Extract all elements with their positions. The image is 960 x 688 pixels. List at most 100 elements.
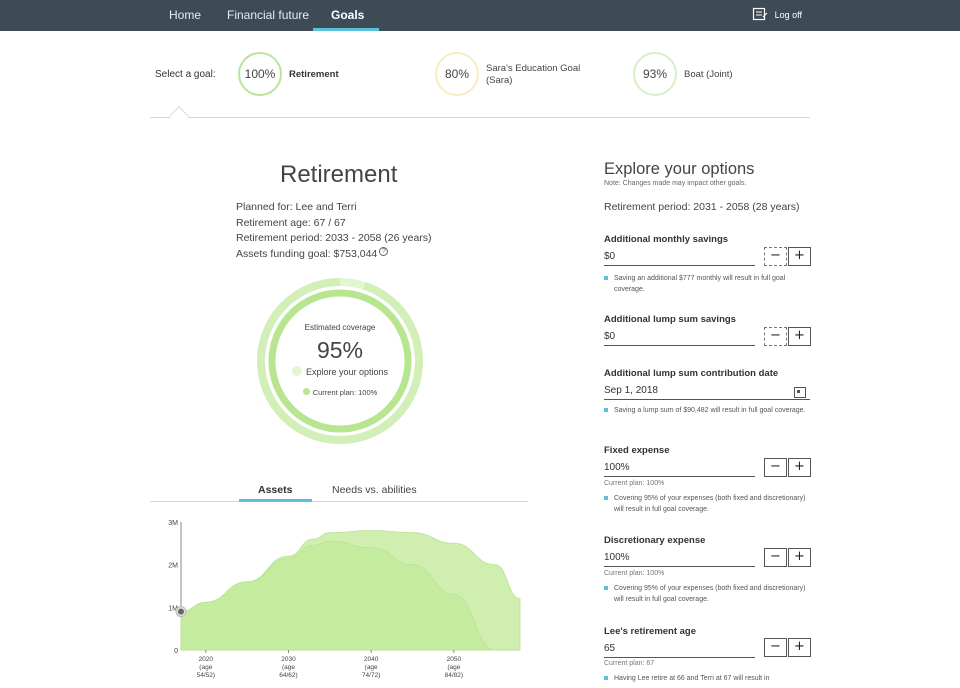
active-tab-indicator bbox=[313, 28, 379, 31]
coverage-value: 95% bbox=[316, 337, 364, 363]
current-point bbox=[178, 608, 184, 615]
retirement-period: Retirement period: 2033 - 2058 (26 years… bbox=[236, 232, 432, 244]
explore-legend-label: Explore your options bbox=[305, 367, 389, 377]
legend-dot bbox=[291, 366, 302, 376]
x-tick-label: (age bbox=[199, 664, 212, 671]
tab-needs-vs-abilities[interactable]: Needs vs. abilities bbox=[332, 484, 417, 496]
assets-funding-goal: Assets funding goal: $753,044? bbox=[236, 246, 432, 263]
fixed-expense-label: Fixed expense bbox=[604, 445, 670, 456]
x-tick-label: (age bbox=[365, 664, 378, 671]
goal-name: Sara's Education Goal (Sara) bbox=[486, 63, 580, 87]
legend-dot bbox=[302, 388, 310, 395]
assets-chart: 0 1M 2M 3M 2020 (age 54/52) 2030 (age 64/62) 2040(… bbox=[150, 510, 525, 688]
options-period: Retirement period: 2031 - 2058 (28 years… bbox=[604, 201, 800, 213]
fixed-expense-hint: Covering 95% of your expenses (both fixe… bbox=[604, 493, 814, 515]
y-tick-label: 2M bbox=[168, 563, 178, 570]
logoff-icon bbox=[752, 7, 768, 21]
y-tick-label: 3M bbox=[168, 520, 178, 527]
discretionary-expense-current: Current plan: 100% bbox=[604, 570, 665, 577]
logoff-label: Log off bbox=[774, 10, 802, 20]
nav-tab-financial-future[interactable]: Financial future bbox=[227, 0, 309, 31]
discretionary-expense-stepper: − + bbox=[764, 548, 811, 567]
discretionary-expense-label: Discretionary expense bbox=[604, 535, 706, 546]
assets-chart-svg: 01M2M3M2020(age54/52)2030(age64/62)2040(… bbox=[168, 520, 521, 679]
x-tick-label: (age bbox=[282, 664, 295, 671]
nav-tab-goals[interactable]: Goals bbox=[331, 0, 364, 31]
decrement-button[interactable]: − bbox=[764, 247, 787, 266]
goal-progress-ring: 93% bbox=[633, 52, 677, 96]
monthly-savings-input[interactable]: $0 bbox=[604, 249, 755, 266]
current-legend: Current plan: 100% bbox=[256, 388, 424, 397]
coverage-label: Estimated coverage bbox=[304, 323, 376, 332]
logoff-button[interactable]: Log off bbox=[752, 0, 802, 31]
options-note: Note: Changes made may impact other goal… bbox=[604, 180, 747, 187]
x-tick-label: 2020 bbox=[199, 656, 214, 663]
goal-details: Planned for: Lee and Terri Retirement ag… bbox=[236, 200, 432, 262]
increment-button[interactable]: + bbox=[788, 247, 811, 266]
fixed-expense-current: Current plan: 100% bbox=[604, 480, 665, 487]
lump-sum-stepper: − + bbox=[764, 327, 811, 346]
goal-percent: 80% bbox=[444, 67, 470, 81]
page-title: Retirement bbox=[280, 161, 398, 188]
x-tick-label: 2050 bbox=[447, 656, 462, 663]
increment-button[interactable]: + bbox=[788, 638, 811, 657]
select-goal-label: Select a goal: bbox=[155, 69, 216, 80]
top-navigation: Home Financial future Goals Log off bbox=[0, 0, 960, 31]
monthly-savings-stepper: − + bbox=[764, 247, 811, 266]
increment-button[interactable]: + bbox=[788, 327, 811, 346]
options-title: Explore your options bbox=[604, 160, 755, 178]
lump-date-label: Additional lump sum contribution date bbox=[604, 368, 779, 379]
monthly-savings-hint: Saving an additional $777 monthly will r… bbox=[604, 273, 814, 295]
current-legend-label: Current plan: 100% bbox=[312, 388, 378, 397]
lee-retirement-age-input[interactable]: 65 bbox=[604, 641, 755, 658]
tab-assets[interactable]: Assets bbox=[258, 484, 292, 496]
active-chart-tab-indicator bbox=[239, 499, 312, 502]
lump-date-hint: Saving a lump sum of $90,482 will result… bbox=[604, 405, 814, 416]
coverage-gauge: Estimated coverage 95% Explore your opti… bbox=[256, 277, 424, 445]
assets-funding-goal-text: Assets funding goal: $753,044 bbox=[236, 247, 378, 260]
x-tick-label: 74/72) bbox=[362, 672, 380, 679]
goal-percent: 100% bbox=[244, 67, 276, 81]
decrement-button[interactable]: − bbox=[764, 458, 787, 477]
increment-button[interactable]: + bbox=[788, 458, 811, 477]
decrement-button[interactable]: − bbox=[764, 327, 787, 346]
x-tick-label: 64/62) bbox=[279, 672, 297, 679]
lump-sum-input[interactable]: $0 bbox=[604, 329, 755, 346]
fixed-expense-stepper: − + bbox=[764, 458, 811, 477]
decrement-button[interactable]: − bbox=[764, 638, 787, 657]
monthly-savings-label: Additional monthly savings bbox=[604, 234, 729, 245]
chart-tabs: Assets Needs vs. abilities bbox=[150, 480, 528, 502]
selected-goal-pointer bbox=[169, 106, 189, 126]
goal-percent: 93% bbox=[642, 67, 668, 81]
planned-for: Planned for: Lee and Terri bbox=[236, 201, 357, 213]
calendar-icon[interactable] bbox=[794, 387, 806, 398]
question-icon[interactable]: ? bbox=[379, 246, 389, 256]
increment-button[interactable]: + bbox=[788, 548, 811, 567]
lee-retirement-age-label: Lee's retirement age bbox=[604, 626, 697, 637]
goal-progress-ring: 100% bbox=[238, 52, 282, 96]
goal-name: Retirement bbox=[289, 69, 339, 80]
nav-tab-home[interactable]: Home bbox=[169, 0, 201, 31]
lump-sum-label: Additional lump sum savings bbox=[604, 314, 736, 325]
goal-progress-ring: 80% bbox=[435, 52, 479, 96]
retirement-age: Retirement age: 67 / 67 bbox=[236, 216, 346, 229]
explore-legend: Explore your options bbox=[256, 366, 424, 377]
goal-selector: Select a goal: 100% Retirement 80% Sara'… bbox=[150, 40, 810, 126]
goal-name: Boat (Joint) bbox=[684, 69, 733, 80]
y-tick-label: 0 bbox=[174, 648, 178, 655]
x-tick-label: (age bbox=[447, 664, 460, 671]
lee-retirement-age-current: Current plan: 67 bbox=[604, 660, 655, 667]
lump-date-input[interactable]: Sep 1, 2018 bbox=[604, 383, 810, 400]
lee-retirement-age-stepper: − + bbox=[764, 638, 811, 657]
goal-name-line: (Sara) bbox=[486, 75, 513, 86]
lee-retirement-age-hint: Having Lee retire at 66 and Terri at 67 … bbox=[604, 673, 814, 684]
x-tick-label: 54/52) bbox=[197, 672, 215, 679]
x-tick-label: 2040 bbox=[364, 656, 379, 663]
x-tick-label: 84/82) bbox=[445, 672, 463, 679]
fixed-expense-input[interactable]: 100% bbox=[604, 460, 755, 477]
discretionary-expense-hint: Covering 95% of your expenses (both fixe… bbox=[604, 583, 814, 605]
goal-name-line: Sara's Education Goal bbox=[486, 63, 581, 74]
discretionary-expense-input[interactable]: 100% bbox=[604, 550, 755, 567]
decrement-button[interactable]: − bbox=[764, 548, 787, 567]
x-tick-label: 2030 bbox=[281, 656, 296, 663]
